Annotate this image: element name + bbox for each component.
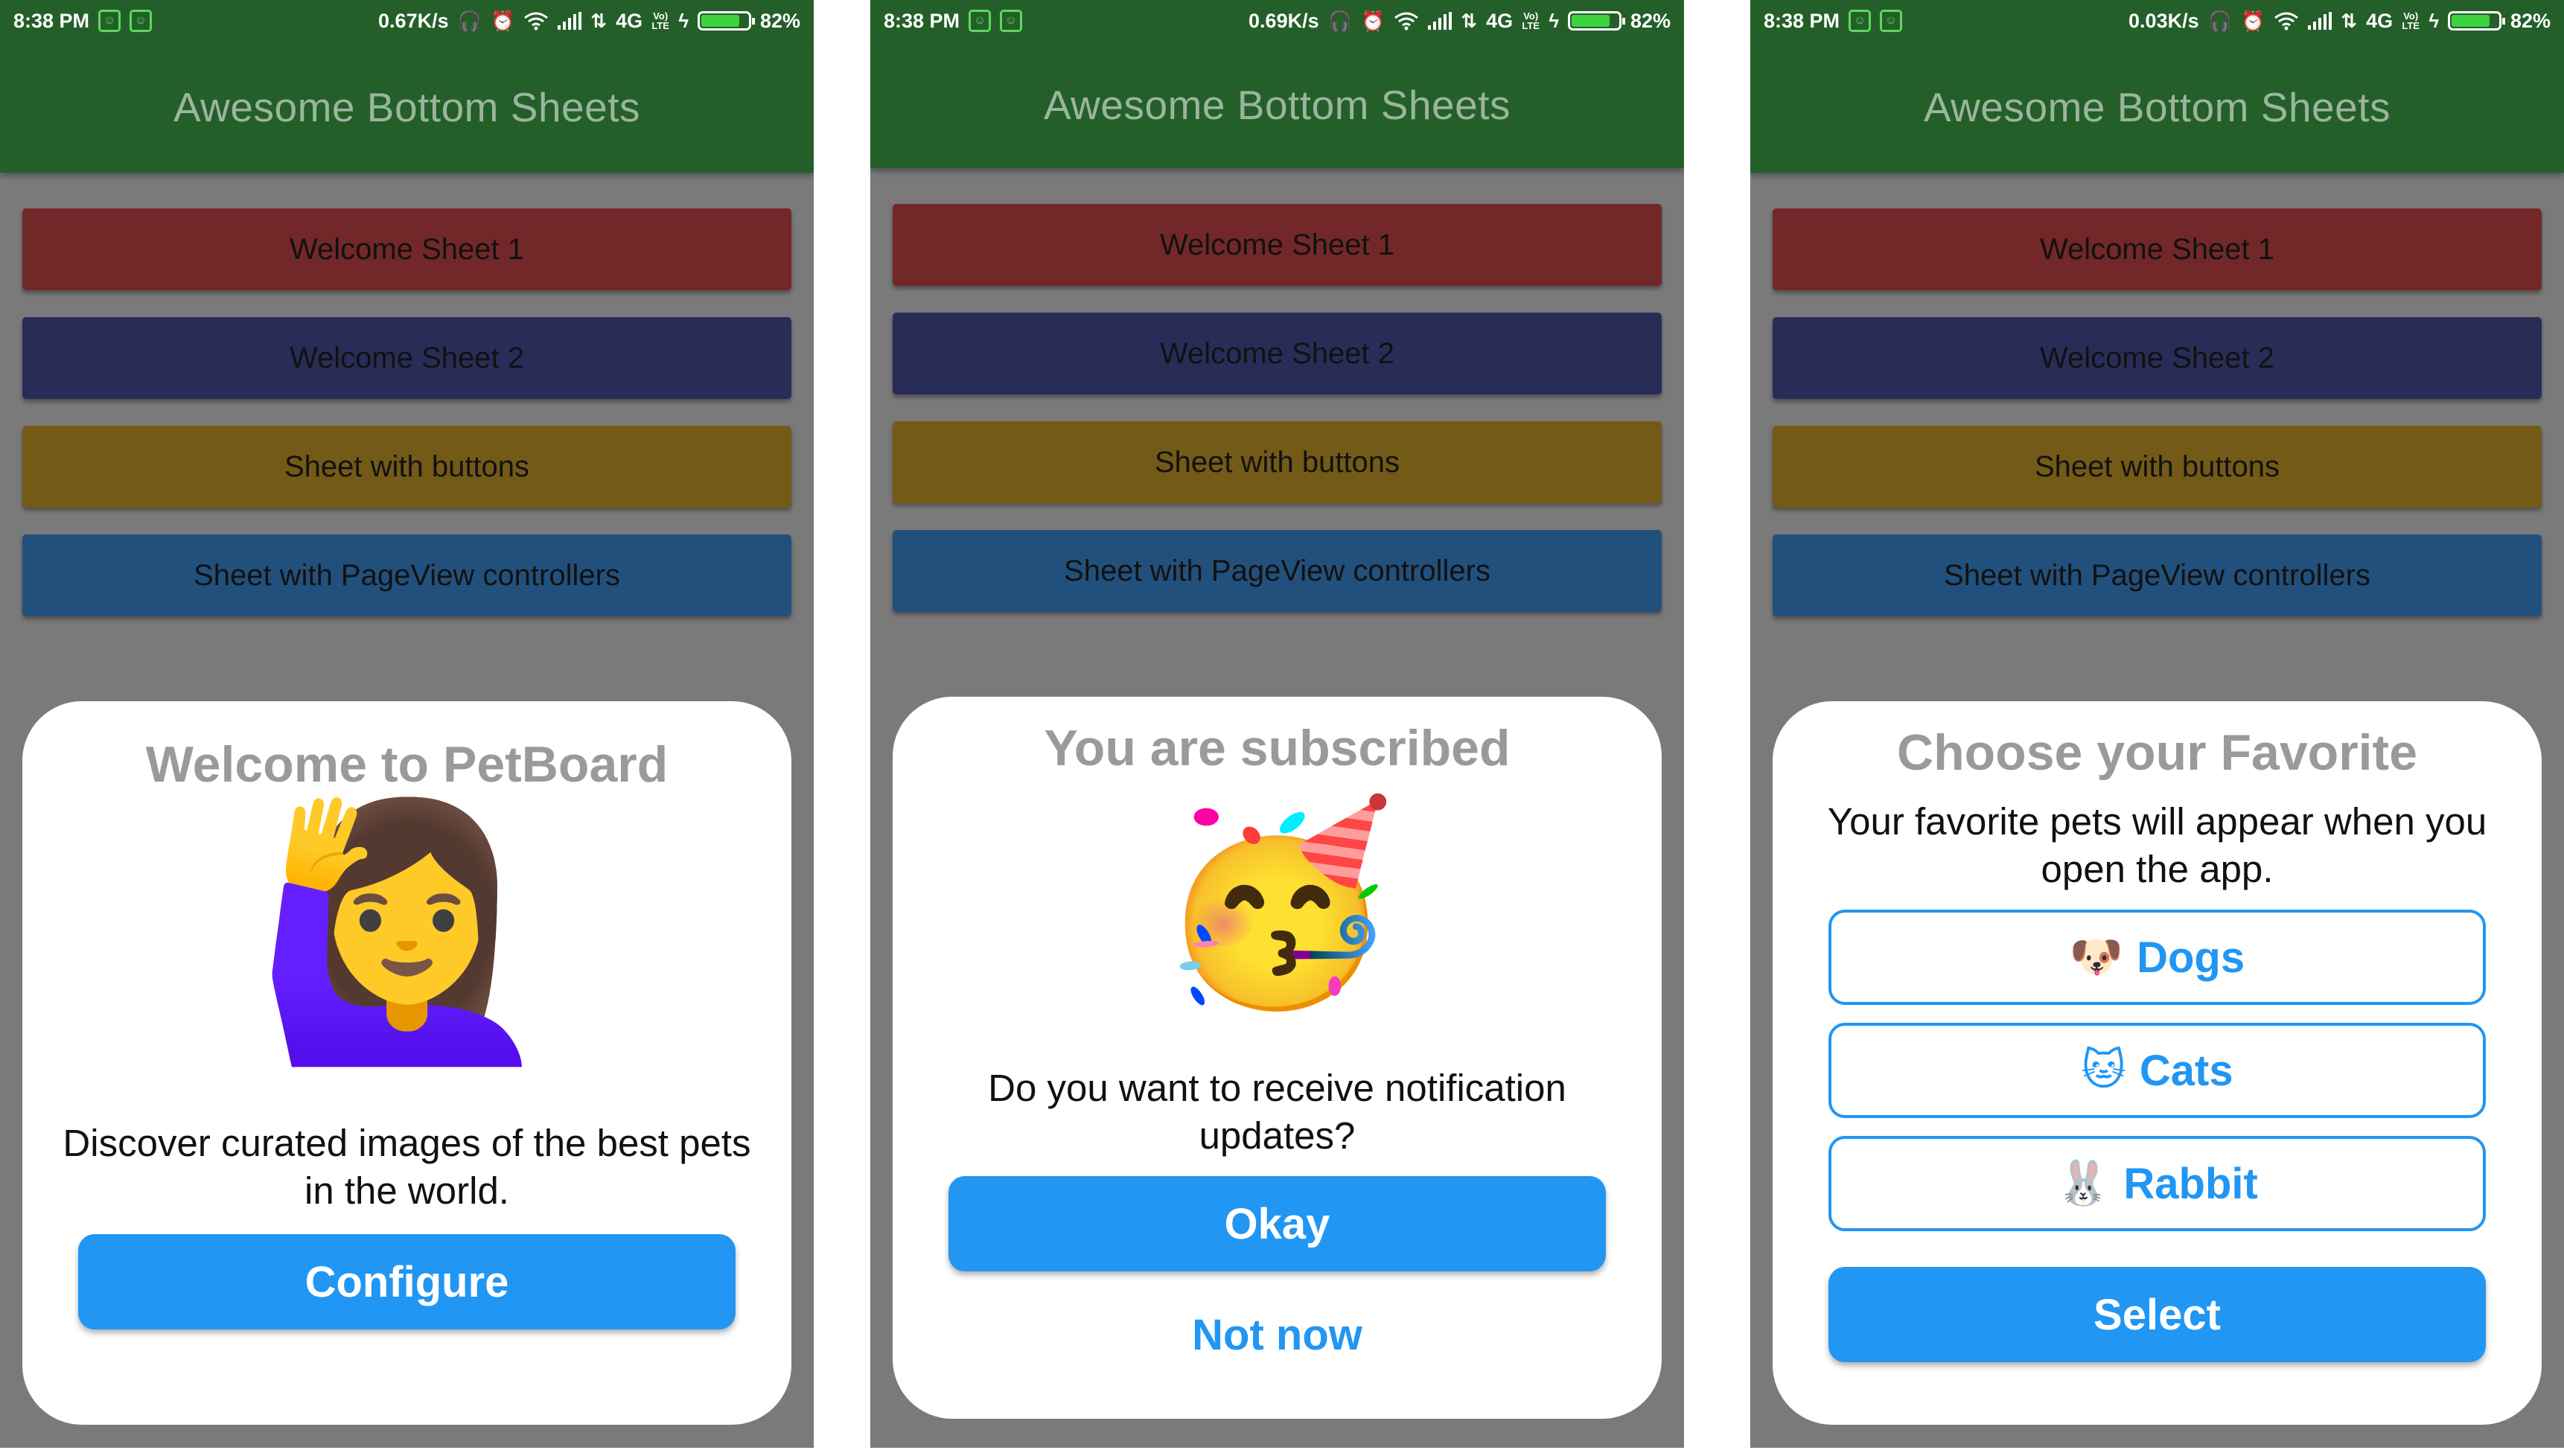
headphones-icon: 🎧 [2207,10,2232,32]
notification-app-icon: ☺ [98,10,121,32]
sheet-with-buttons-button[interactable]: Sheet with buttons [893,421,1662,503]
welcome-sheet-1-button[interactable]: Welcome Sheet 1 [22,208,791,290]
notification-app-icon: ☺ [1849,10,1872,32]
welcome-sheet-1-button[interactable]: Welcome Sheet 1 [1773,208,2542,290]
network-type: 4G [1486,9,1514,32]
signal-icon [558,12,582,30]
status-time: 8:38 PM [13,9,90,32]
charging-icon: ϟ [1549,10,1559,32]
status-time: 8:38 PM [1764,9,1840,32]
status-bar: 8:38 PM ☺ ☺ 0.67K/s 🎧 ⏰ ⇅ 4G Vo) LTE ϟ 8… [0,0,814,42]
sheet-with-buttons-button[interactable]: Sheet with buttons [1773,426,2542,508]
sheet-description: Your favorite pets will appear when you … [1827,800,2487,890]
not-now-button[interactable]: Not now [1192,1310,1362,1360]
status-bar: 8:38 PM ☺ ☺ 0.69K/s 🎧 ⏰ ⇅ 4G Vo) LTE ϟ 8… [870,0,1684,42]
sheet-with-buttons-button[interactable]: Sheet with buttons [22,426,791,508]
configure-button[interactable]: Configure [78,1234,736,1329]
sheet-title: Welcome to PetBoard [145,736,669,793]
alarm-off-icon: ⏰ [1360,10,1385,32]
rabbit-face-icon: 🐰 [2056,1159,2111,1207]
option-label: Cats [2139,1046,2233,1095]
charging-icon: ϟ [678,10,689,32]
charging-icon: ϟ [2429,10,2439,32]
headphones-icon: 🎧 [1327,10,1352,32]
status-time: 8:38 PM [884,9,960,32]
bottom-sheet: Choose your Favorite Your favorite pets … [1773,701,2542,1425]
sheet-with-pageview-button[interactable]: Sheet with PageView controllers [893,530,1662,612]
sheet-description: Discover curated images of the best pets… [63,1122,751,1212]
signal-icon [2308,12,2332,30]
data-transfer-icon: ⇅ [1461,10,1478,32]
bottom-sheet: Welcome to PetBoard 🙋‍♀️ Discover curate… [22,701,791,1425]
sheet-title: Choose your Favorite [1896,724,2418,781]
option-label: Rabbit [2123,1159,2258,1208]
welcome-sheet-2-button[interactable]: Welcome Sheet 2 [22,317,791,399]
network-type: 4G [616,9,643,32]
notification-app-icon: ☺ [969,10,992,32]
network-speed: 0.69K/s [1248,9,1319,32]
battery-icon [2447,11,2505,31]
bottom-sheet: You are subscribed 🥳 Do you want to rece… [893,697,1662,1419]
phone-screen-3: 8:38 PM ☺ ☺ 0.03K/s 🎧 ⏰ ⇅ 4G Vo) LTE ϟ 8… [1750,0,2564,1448]
phone-screen-2: 8:38 PM ☺ ☺ 0.69K/s 🎧 ⏰ ⇅ 4G Vo) LTE ϟ 8… [870,0,1684,1448]
battery-icon [697,11,755,31]
cats-option-button[interactable]: 🐱 Cats [1828,1023,2486,1118]
volte-icon: Vo) LTE [1522,10,1540,31]
alarm-off-icon: ⏰ [490,10,515,32]
okay-button[interactable]: Okay [948,1176,1606,1271]
data-transfer-icon: ⇅ [2341,10,2358,32]
notification-app-icon: ☺ [1000,10,1023,32]
select-button[interactable]: Select [1828,1267,2486,1362]
rabbit-option-button[interactable]: 🐰 Rabbit [1828,1136,2486,1231]
sheet-title: You are subscribed [1044,720,1511,776]
wifi-icon [1394,12,1419,31]
app-bar-title: Awesome Bottom Sheets [1750,42,2564,173]
app-bar-title: Awesome Bottom Sheets [0,42,814,173]
notification-app-icon: ☺ [1880,10,1903,32]
battery-percent: 82% [1630,9,1671,32]
partying-face-icon: 🥳 [1156,796,1398,1012]
network-speed: 0.67K/s [378,9,449,32]
battery-percent: 82% [759,9,800,32]
volte-icon: Vo) LTE [651,10,669,31]
wifi-icon [524,12,549,31]
cat-face-icon: 🐱 [2081,1046,2126,1094]
notification-app-icon: ☺ [130,10,153,32]
welcome-sheet-2-button[interactable]: Welcome Sheet 2 [893,313,1662,395]
welcome-sheet-2-button[interactable]: Welcome Sheet 2 [1773,317,2542,399]
sheet-with-pageview-button[interactable]: Sheet with PageView controllers [1773,534,2542,616]
welcome-sheet-1-button[interactable]: Welcome Sheet 1 [893,204,1662,286]
app-bar-title: Awesome Bottom Sheets [870,42,1684,168]
phone-screen-1: 8:38 PM ☺ ☺ 0.67K/s 🎧 ⏰ ⇅ 4G Vo) LTE ϟ 8… [0,0,814,1448]
data-transfer-icon: ⇅ [590,10,607,32]
network-type: 4G [2366,9,2394,32]
sheet-with-pageview-button[interactable]: Sheet with PageView controllers [22,534,791,616]
battery-icon [1567,11,1625,31]
dog-face-icon: 🐶 [2069,933,2124,981]
alarm-off-icon: ⏰ [2240,10,2265,32]
option-label: Dogs [2137,933,2245,982]
dogs-option-button[interactable]: 🐶 Dogs [1828,910,2486,1005]
sheet-description: Do you want to receive notification upda… [988,1067,1566,1157]
network-speed: 0.03K/s [2128,9,2199,32]
battery-percent: 82% [2510,9,2551,32]
headphones-icon: 🎧 [457,10,482,32]
woman-raising-hand-icon: 🙋‍♀️ [254,794,560,1068]
signal-icon [1428,12,1452,30]
wifi-icon [2274,12,2299,31]
status-bar: 8:38 PM ☺ ☺ 0.03K/s 🎧 ⏰ ⇅ 4G Vo) LTE ϟ 8… [1750,0,2564,42]
volte-icon: Vo) LTE [2402,10,2420,31]
